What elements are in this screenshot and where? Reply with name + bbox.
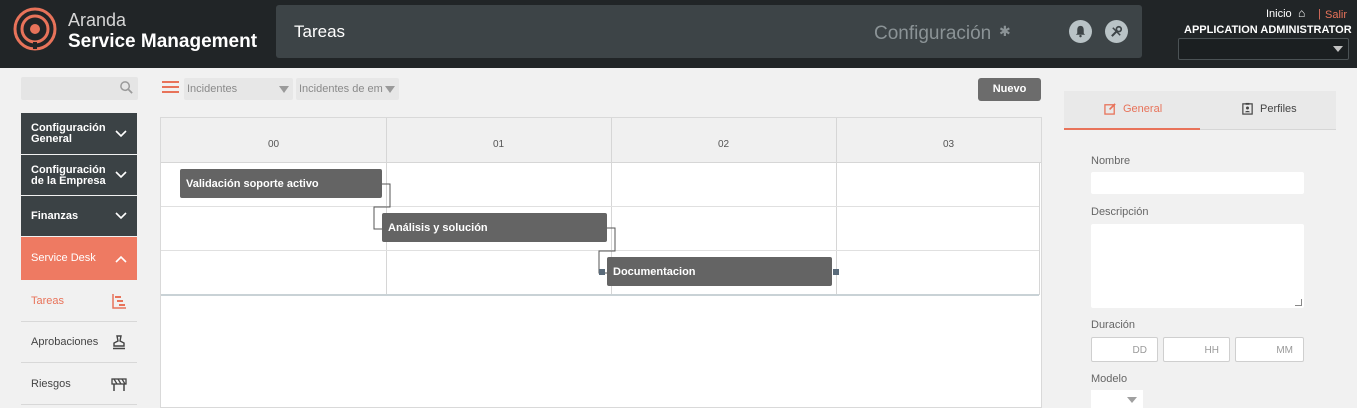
logout-link[interactable]: Salir: [1325, 9, 1347, 21]
separator: |: [1318, 8, 1321, 20]
sidebar-search-input[interactable]: [21, 77, 138, 100]
sidebar: Configuración General Configuración de l…: [21, 113, 138, 408]
tab-perfiles-label: Perfiles: [1260, 103, 1297, 115]
name-label: Nombre: [1091, 155, 1131, 167]
barrier-icon: [111, 378, 127, 391]
sidebar-item-configuracion-general[interactable]: Configuración General: [21, 113, 137, 154]
sidebar-item-service-desk[interactable]: Service Desk: [21, 237, 137, 280]
duration-hours-placeholder: HH: [1204, 345, 1219, 356]
tab-general[interactable]: General: [1064, 91, 1200, 130]
gantt-dependency-links: [373, 183, 839, 275]
chevron-down-icon: [1127, 397, 1137, 403]
gantt-task-bar[interactable]: Validación soporte activo: [180, 169, 382, 198]
sidebar-item-label: Configuración General: [31, 122, 106, 145]
gantt-task-label: Validación soporte activo: [186, 178, 319, 190]
bell-icon: [1075, 25, 1086, 38]
sidebar-item-label: Configuración de la Empresa: [31, 164, 106, 187]
description-label: Descripción: [1091, 206, 1149, 218]
hamburger-menu-icon[interactable]: [162, 80, 179, 94]
chevron-down-icon: [279, 86, 289, 93]
chevron-down-icon: [115, 212, 127, 220]
sidebar-item-label: Finanzas: [31, 210, 79, 222]
module-filter-select[interactable]: Incidentes: [184, 78, 293, 100]
gantt-task-label: Documentacion: [613, 266, 696, 278]
model-label: Modelo: [1091, 373, 1128, 385]
project-filter-value: Incidentes de em: [299, 83, 383, 95]
gantt-task-label: Análisis y solución: [388, 222, 488, 234]
sidebar-subitem-aprobaciones[interactable]: Aprobaciones: [21, 322, 137, 363]
name-input[interactable]: [1091, 172, 1304, 194]
gantt-task-bar[interactable]: Análisis y solución: [382, 213, 607, 242]
home-icon[interactable]: ⌂: [1298, 6, 1305, 20]
brand-product: Service Management: [68, 31, 258, 52]
gantt-chart: 00 01 02 03 Validación soporte activo An…: [160, 117, 1042, 408]
stamp-icon: [113, 335, 125, 350]
notifications-button[interactable]: [1069, 20, 1092, 43]
module-filter-value: Incidentes: [187, 83, 238, 95]
chevron-down-icon: [385, 86, 395, 93]
sidebar-subitem-tareas[interactable]: Tareas: [21, 281, 137, 322]
resize-handle-icon[interactable]: [1295, 299, 1302, 306]
sidebar-subitem-label: Tareas: [31, 295, 65, 307]
sidebar-item-label: Service Desk: [31, 252, 96, 264]
sidebar-item-configuracion-empresa[interactable]: Configuración de la Empresa: [21, 155, 137, 195]
gantt-task-bar[interactable]: Documentacion: [607, 257, 832, 286]
task-detail-panel: General Perfiles Nombre Descripción Dura…: [1064, 91, 1336, 408]
user-profile-select[interactable]: [1178, 38, 1349, 60]
chevron-down-icon: [1333, 46, 1343, 52]
duration-hours-input[interactable]: HH: [1163, 337, 1230, 362]
duration-minutes-input[interactable]: MM: [1235, 337, 1304, 362]
clipboard-user-icon: [1242, 102, 1253, 115]
project-filter-select[interactable]: Incidentes de em: [296, 78, 399, 100]
duration-days-input[interactable]: DD: [1091, 337, 1158, 362]
search-icon[interactable]: [119, 80, 134, 95]
panel-tabs: General Perfiles: [1064, 91, 1336, 130]
sidebar-subitem-label: Riesgos: [31, 378, 71, 390]
aranda-logo-icon: [13, 7, 57, 51]
title-bar: Tareas Configuración ✱: [276, 5, 1142, 58]
gantt-chart-icon: [112, 294, 126, 309]
model-select[interactable]: [1091, 390, 1143, 408]
user-name: APPLICATION ADMINISTRATOR: [1184, 24, 1352, 36]
link-endpoint[interactable]: [833, 269, 839, 275]
chevron-up-icon: [115, 255, 127, 263]
home-link[interactable]: Inicio: [1266, 8, 1292, 20]
sidebar-subitem-riesgos[interactable]: Riesgos: [21, 364, 137, 405]
link-endpoint[interactable]: [599, 269, 605, 275]
brand-name: Aranda: [68, 10, 127, 30]
gear-icon[interactable]: ✱: [999, 23, 1011, 40]
chevron-down-icon: [115, 129, 127, 137]
new-button[interactable]: Nuevo: [978, 78, 1041, 101]
tools-button[interactable]: [1105, 20, 1128, 43]
duration-label: Duración: [1091, 319, 1136, 331]
duration-minutes-placeholder: MM: [1276, 345, 1293, 356]
top-bar: Aranda Service Management Tareas Configu…: [0, 0, 1357, 68]
tab-general-label: General: [1123, 103, 1163, 115]
edit-icon: [1104, 103, 1116, 115]
chevron-down-icon: [115, 171, 127, 179]
tools-icon: [1111, 25, 1123, 37]
sidebar-item-finanzas[interactable]: Finanzas: [21, 196, 137, 236]
description-textarea[interactable]: [1091, 224, 1304, 308]
tab-perfiles[interactable]: Perfiles: [1200, 91, 1336, 130]
duration-days-placeholder: DD: [1132, 345, 1147, 356]
configuration-link[interactable]: Configuración: [874, 23, 991, 45]
page-title: Tareas: [294, 22, 346, 41]
sidebar-subitem-label: Aprobaciones: [31, 336, 99, 348]
